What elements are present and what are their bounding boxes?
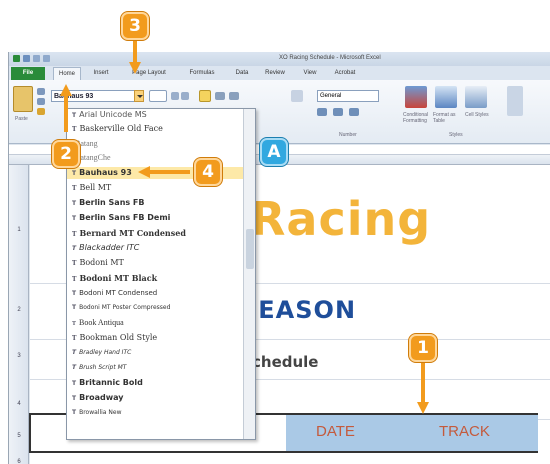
font-dropdown-button[interactable] [134,90,144,102]
cut-icon[interactable] [37,88,45,95]
wrap-text-icon[interactable] [291,90,303,102]
font-item[interactable]: T Arial Unicode MS [67,109,243,121]
tab-review[interactable]: Review [261,67,289,80]
row-number[interactable]: 2 [9,307,29,313]
font-item[interactable]: T Blackadder ITC [67,242,243,254]
row-number[interactable]: 3 [9,353,29,359]
row-number[interactable]: 5 [9,433,29,439]
format-as-table-label: Format as Table [433,112,456,124]
font-item[interactable]: T Bodoni MT Poster Compressed [67,302,243,314]
align-bottom-icon[interactable] [229,92,239,100]
callout-badge-1: 1 [409,334,437,362]
font-item[interactable]: T Bodoni MT Black [67,272,243,284]
currency-icon[interactable] [317,108,327,116]
group-number-label: Number [339,132,357,138]
undo-icon[interactable] [33,55,40,62]
font-item[interactable]: T Berlin Sans FB Demi [67,212,243,224]
row-number[interactable]: 6 [9,459,29,464]
font-list-scrollbar[interactable] [243,109,255,439]
copy-icon[interactable] [37,98,45,105]
cell-styles-button[interactable] [465,86,487,108]
paste-label: Paste [15,116,28,122]
save-icon[interactable] [23,55,30,62]
tab-view[interactable]: View [299,67,321,80]
tab-formulas[interactable]: Formulas [185,67,219,80]
paste-button[interactable] [13,86,33,112]
align-top-icon[interactable] [199,90,211,102]
percent-icon[interactable] [333,108,343,116]
ribbon-tabs: File Home Insert Page Layout Formulas Da… [9,66,550,80]
title-bar: XO Racing Schedule - Microsoft Excel [9,52,550,66]
tab-acrobat[interactable]: Acrobat [329,67,361,80]
font-item[interactable]: T Bernard MT Condensed [67,227,243,239]
callout-badge-4: 4 [194,158,222,186]
callout-4-arrow [146,170,190,174]
font-item[interactable]: T Browallia New [67,407,243,419]
font-item[interactable]: Batang [67,138,243,150]
callout-badge-2: 2 [52,140,80,168]
align-middle-icon[interactable] [215,92,225,100]
quick-access-toolbar [13,55,50,62]
font-item[interactable]: T Bradley Hand ITC [67,347,243,359]
tab-home[interactable]: Home [53,67,81,80]
group-styles-label: Styles [449,132,463,138]
tab-data[interactable]: Data [231,67,253,80]
font-item[interactable]: T Brush Script MT [67,362,243,374]
shrink-font-icon[interactable] [181,92,189,100]
font-size-box[interactable] [149,90,167,102]
number-format-box[interactable]: General [317,90,379,102]
font-item[interactable]: T Book Antiqua [67,317,243,329]
font-dropdown-list[interactable]: T Arial Unicode MS T Baskerville Old Face … [66,108,256,440]
callout-badge-3: 3 [121,12,149,40]
insert-cells-button[interactable] [507,86,523,116]
conditional-formatting-button[interactable] [405,86,427,108]
font-item[interactable]: T Berlin Sans FB [67,197,243,209]
font-item[interactable]: T Baskerville Old Face [67,123,243,135]
sheet-season-text[interactable]: SEASON [240,296,356,324]
tab-insert[interactable]: Insert [87,67,115,80]
sheet-schedule-text[interactable]: chedule [252,353,318,371]
scrollbar-thumb[interactable] [246,229,254,269]
conditional-formatting-label: Conditional Formatting [403,112,429,124]
callout-2-arrow [64,90,68,132]
redo-icon[interactable] [43,55,50,62]
tab-file[interactable]: File [11,67,45,80]
cell-styles-label: Cell Styles [465,112,489,118]
font-item[interactable]: T Bodoni MT [67,257,243,269]
row-number[interactable]: 1 [9,227,29,233]
row-number[interactable]: 4 [9,401,29,407]
sheet-title-text[interactable]: Racing [250,192,431,246]
header-track-cell[interactable]: TRACK [439,423,490,440]
font-item[interactable]: T Broadway [67,392,243,404]
header-date-cell[interactable]: DATE [316,423,355,440]
row-headers: 1 2 3 4 5 6 [9,165,29,464]
grow-font-icon[interactable] [171,92,179,100]
tab-page-layout[interactable]: Page Layout [127,67,171,80]
format-painter-icon[interactable] [37,108,45,115]
font-item[interactable]: T Bookman Old Style [67,332,243,344]
comma-icon[interactable] [349,108,359,116]
window-title: XO Racing Schedule - Microsoft Excel [279,55,381,61]
font-item[interactable]: T Britannic Bold [67,377,243,389]
callout-3-arrow [133,40,137,66]
format-as-table-button[interactable] [435,86,457,108]
excel-logo-icon [13,55,20,62]
font-item[interactable]: T Bodoni MT Condensed [67,287,243,299]
callout-1-arrow [421,362,425,406]
callout-badge-a: A [260,138,288,166]
